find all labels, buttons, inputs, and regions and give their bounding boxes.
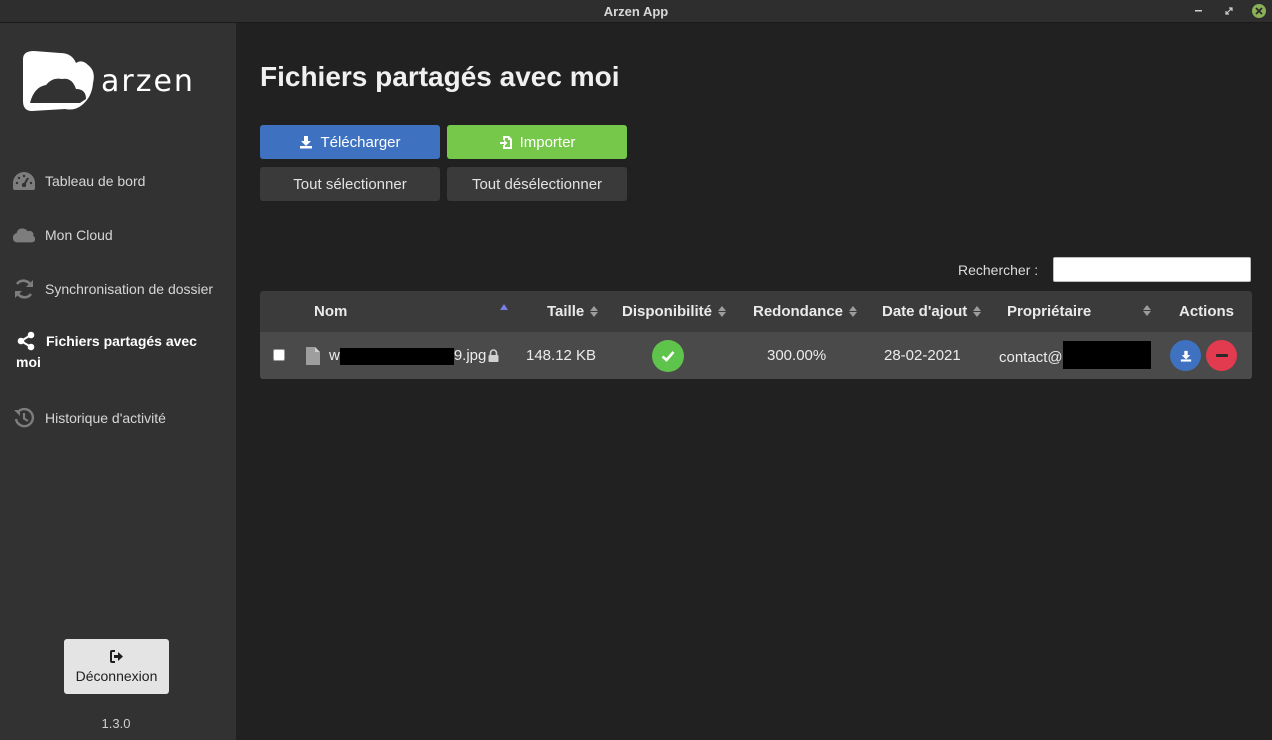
column-header-date-added[interactable]: Date d'ajout [882, 303, 982, 320]
maximize-icon [1225, 7, 1233, 15]
row-select-checkbox[interactable] [273, 349, 285, 361]
share-icon [16, 331, 36, 351]
row-remove-button[interactable] [1206, 340, 1237, 371]
dashboard-gauge-icon [12, 169, 36, 193]
download-button[interactable]: Télécharger [260, 125, 440, 159]
select-all-button[interactable]: Tout sélectionner [260, 167, 440, 201]
redundancy-value: 300.00% [767, 347, 827, 364]
lock-icon [488, 349, 499, 366]
file-name[interactable]: w 9.jpg [329, 347, 486, 365]
minus-icon [1215, 353, 1228, 357]
arzen-logo: arzen [20, 49, 195, 113]
sidebar-item-dashboard[interactable]: Tableau de bord [12, 169, 232, 193]
window-title: Arzen App [603, 4, 669, 19]
column-header-availability[interactable]: Disponibilité [622, 303, 726, 320]
deselect-all-button[interactable]: Tout désélectionner [447, 167, 627, 201]
window-titlebar: Arzen App [0, 0, 1272, 23]
download-icon [1180, 350, 1191, 362]
sidebar-item-my-cloud[interactable]: Mon Cloud [12, 223, 232, 247]
date-added-value: 28-02-2021 [884, 347, 961, 364]
sidebar-item-activity-history[interactable]: Historique d'activité [12, 406, 232, 430]
column-header-actions: Actions [1179, 303, 1235, 320]
sync-icon [12, 277, 36, 301]
redacted-block [1062, 341, 1151, 369]
column-header-name[interactable]: Nom [314, 303, 347, 320]
logout-label: Déconnexion [75, 667, 158, 684]
sidebar-item-shared-with-me[interactable]: Fichiers partagés avec moi [16, 331, 216, 373]
sort-icon [718, 306, 726, 317]
history-icon [12, 406, 36, 430]
sort-icon [849, 306, 858, 317]
sidebar: arzen Tableau de bord Mon Cloud Synchron… [0, 23, 236, 740]
import-label: Importer [519, 133, 576, 151]
logout-button[interactable]: Déconnexion [64, 639, 169, 694]
file-size: 148.12 KB [526, 347, 597, 364]
table-row: w 9.jpg 148.12 KB 300.00% 28-02-2021 cont… [260, 332, 1252, 379]
column-header-redundancy[interactable]: Redondance [753, 303, 858, 320]
cloud-icon [12, 223, 36, 247]
close-window-button[interactable] [1252, 4, 1266, 18]
app-version: 1.3.0 [101, 716, 131, 731]
main-content: Fichiers partagés avec moi Télécharger I… [236, 23, 1272, 740]
sidebar-item-label: Mon Cloud [45, 227, 113, 243]
sort-icon [1143, 305, 1151, 316]
sign-out-icon [109, 649, 123, 663]
owner-value: contact@ [999, 341, 1151, 369]
redacted-block [339, 347, 454, 365]
sort-ascending-icon [500, 304, 508, 310]
svg-text:arzen: arzen [101, 64, 195, 99]
minimize-icon [1195, 10, 1202, 12]
download-icon [300, 136, 313, 149]
sort-icon [590, 306, 599, 317]
sort-icon [973, 306, 982, 317]
page-title: Fichiers partagés avec moi [260, 61, 620, 92]
search-input[interactable] [1053, 257, 1251, 282]
file-icon [305, 346, 321, 370]
close-icon [1255, 7, 1263, 15]
file-import-icon [499, 135, 512, 149]
shared-files-table: Nom Taille Disponibilité Redondance Date… [260, 291, 1252, 379]
import-button[interactable]: Importer [447, 125, 627, 159]
sidebar-item-label: Synchronisation de dossier [45, 281, 214, 297]
sidebar-item-label: Historique d'activité [45, 410, 166, 426]
sidebar-item-label: Fichiers partagés avec moi [16, 333, 197, 370]
sidebar-item-folder-sync[interactable]: Synchronisation de dossier [12, 277, 232, 301]
sidebar-item-label: Tableau de bord [45, 173, 146, 189]
column-header-size[interactable]: Taille [547, 303, 599, 320]
row-download-button[interactable] [1170, 340, 1201, 371]
minimize-button[interactable] [1192, 4, 1206, 18]
download-label: Télécharger [320, 133, 401, 151]
column-header-owner[interactable]: Propriétaire [1007, 303, 1091, 320]
availability-ok-icon [652, 340, 684, 372]
search-label: Rechercher : [958, 262, 1039, 278]
table-header: Nom Taille Disponibilité Redondance Date… [260, 291, 1252, 332]
maximize-button[interactable] [1222, 4, 1236, 18]
